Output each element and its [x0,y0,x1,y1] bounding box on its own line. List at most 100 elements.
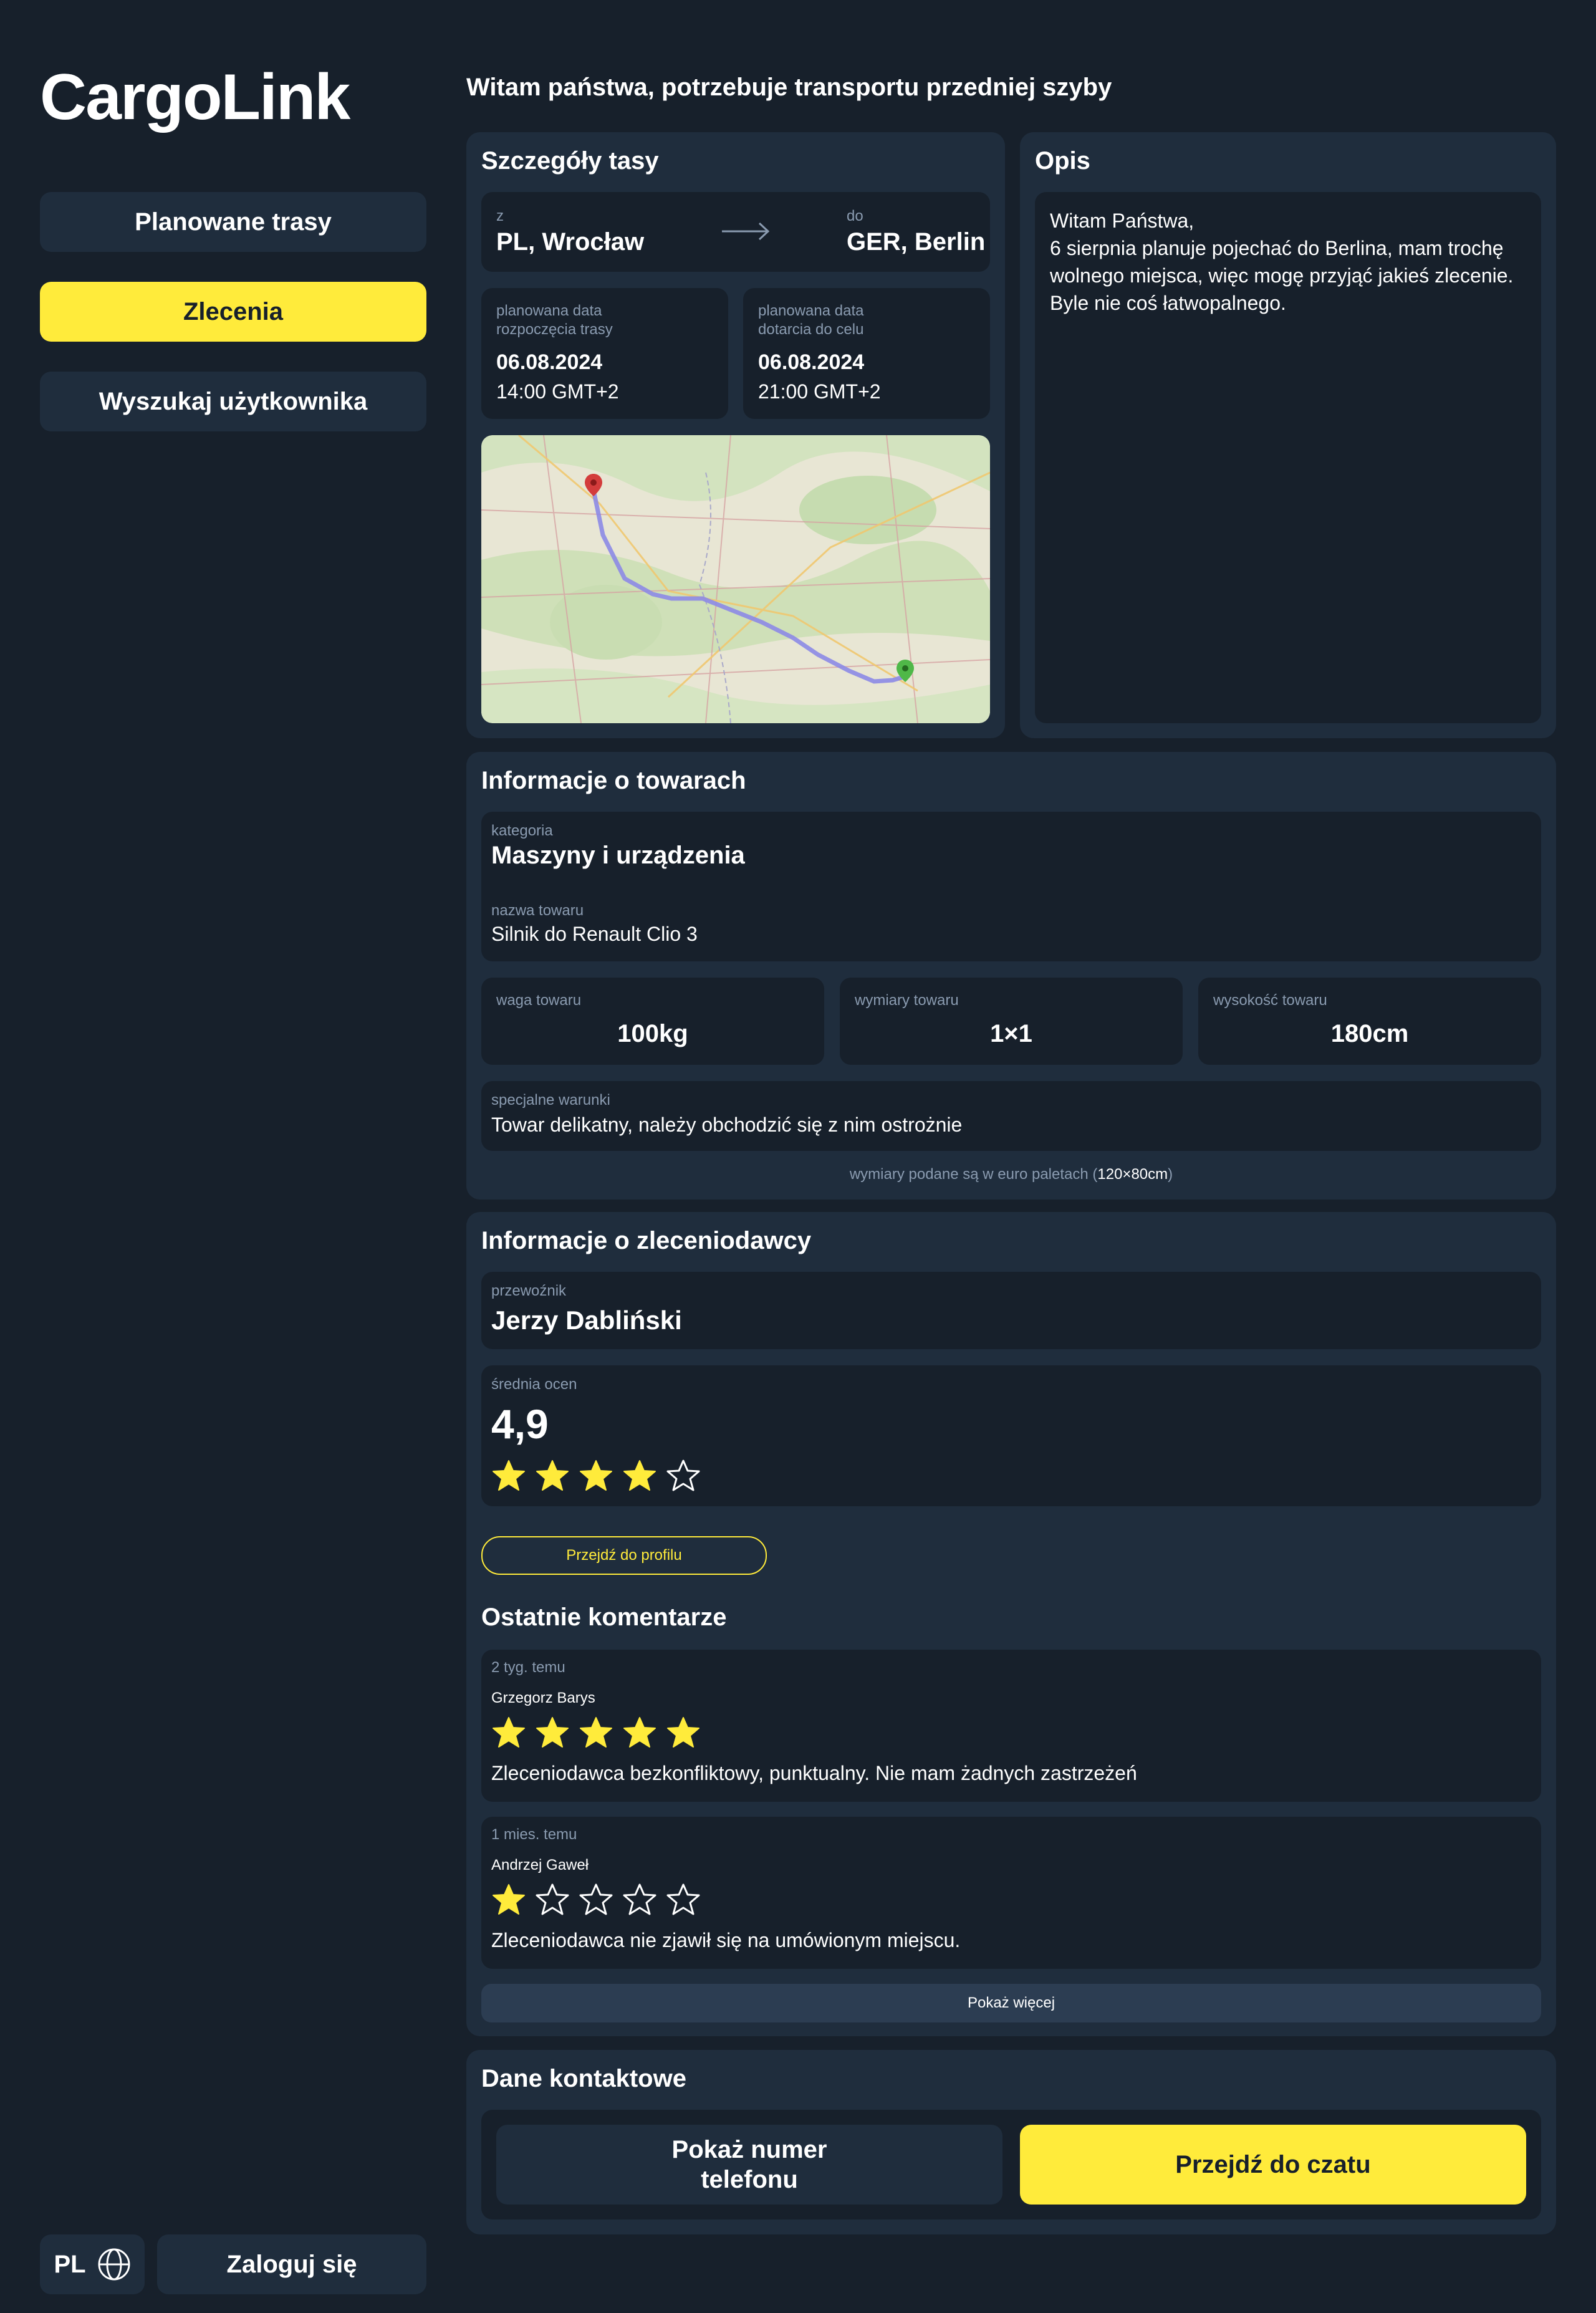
sidebar-item-planned-routes[interactable]: Planowane trasy [40,192,426,252]
star-empty-icon [666,1883,700,1915]
category-label: kategoria [491,822,553,839]
sidebar-item-label: Wyszukaj użytkownika [99,387,368,415]
weight-value: 100kg [617,1020,688,1047]
description-text: Witam Państwa, 6 sierpnia planuje pojech… [1050,209,1514,314]
star-filled-icon [623,1717,656,1748]
rating-stars [491,1459,701,1494]
comment-stars [491,1883,701,1918]
dimensions-note-value: 120×80cm [1097,1166,1168,1183]
start-date-label: planowana data rozpoczęcia trasy [496,302,613,338]
dimensions-card: wymiary towaru 1×1 [840,978,1183,1065]
sidebar: CargoLink Planowane trasy Zlecenia Wyszu… [40,0,426,2313]
panel-title: Szczegóły tasy [481,147,659,175]
star-empty-icon [623,1883,656,1915]
category-value: Maszyny i urządzenia [491,842,745,869]
from-location: PL, Wrocław [496,228,645,256]
carrier-name: Jerzy Dabliński [491,1306,682,1335]
star-filled-icon [493,1884,525,1915]
sidebar-item-label: Planowane trasy [135,208,332,236]
rating-label: średnia ocen [491,1376,577,1393]
end-date-card: planowana data dotarcia do celu 06.08.20… [743,288,990,419]
star-filled-icon [536,1717,569,1748]
star-filled-icon [667,1717,699,1748]
client-panel: Informacje o zleceniodawcy przewoźnik Je… [466,1212,1556,2036]
sidebar-item-orders[interactable]: Zlecenia [40,282,426,342]
star-filled-icon [580,1460,612,1491]
star-filled-icon [493,1460,525,1491]
panel-title: Informacje o zleceniodawcy [481,1227,812,1254]
app-logo[interactable]: CargoLink [40,60,350,135]
description-box: Witam Państwa, 6 sierpnia planuje pojech… [1035,192,1541,723]
page-title: Witam państwa, potrzebuje transportu prz… [466,74,1112,101]
comment-author: Andrzej Gaweł [491,1857,589,1873]
star-filled-icon [623,1460,656,1491]
height-label: wysokość towaru [1213,992,1327,1009]
start-time: 14:00 GMT+2 [496,380,619,403]
height-value: 180cm [1330,1020,1409,1047]
route-map[interactable] [481,435,990,723]
comment-card: 1 mies. temu Andrzej Gaweł Zleceniodawca… [481,1817,1541,1969]
carrier-card: przewoźnik Jerzy Dabliński [481,1272,1541,1349]
carrier-label: przewoźnik [491,1282,567,1299]
recent-comments-title: Ostatnie komentarze [481,1604,727,1631]
rating-card: średnia ocen 4,9 [481,1365,1541,1506]
description-panel: Opis Witam Państwa, 6 sierpnia planuje p… [1020,132,1556,738]
contact-actions: Pokaż numer telefonu Przejdź do czatu [481,2110,1541,2219]
contact-panel: Dane kontaktowe Pokaż numer telefonu Prz… [466,2050,1556,2234]
special-conditions-value: Towar delikatny, należy obchodzić się z … [491,1113,963,1136]
goods-name-label: nazwa towaru [491,902,584,919]
arrow-right-icon [722,222,770,241]
globe-icon [98,2248,130,2281]
end-date: 06.08.2024 [758,350,865,374]
star-empty-icon [579,1883,613,1915]
route-details-panel: Szczegóły tasy z PL, Wrocław do GER, Ber… [466,132,1005,738]
dimensions-label: wymiary towaru [855,992,959,1009]
dimensions-note-suffix: ) [1168,1166,1173,1183]
goods-name: Silnik do Renault Clio 3 [491,923,698,945]
dimensions-note: wymiary podane są w euro paletach (120×8… [466,1166,1556,1183]
height-card: wysokość towaru 180cm [1198,978,1541,1065]
special-conditions-label: specjalne warunki [491,1092,610,1108]
comment-author: Grzegorz Barys [491,1690,595,1706]
comment-time: 2 tyg. temu [491,1659,565,1676]
panel-title: Dane kontaktowe [481,2065,686,2092]
panel-title: Informacje o towarach [481,767,746,794]
go-to-chat-button[interactable]: Przejdź do czatu [1020,2125,1526,2205]
from-label: z [496,208,504,224]
sidebar-item-label: Zlecenia [183,297,284,325]
weight-label: waga towaru [496,992,582,1009]
star-filled-icon [580,1717,612,1748]
star-filled-icon [493,1717,525,1748]
show-more-button[interactable]: Pokaż więcej [481,1984,1541,2022]
rating-value: 4,9 [491,1401,549,1447]
panel-title: Opis [1035,147,1090,175]
language-label: PL [54,2250,86,2278]
comment-time: 1 mies. temu [491,1826,577,1843]
to-label: do [847,208,863,224]
comment-text: Zleceniodawca nie zjawił się na umówiony… [491,1929,961,1951]
go-to-profile-button[interactable]: Przejdź do profilu [481,1536,767,1575]
comment-text: Zleceniodawca bezkonfliktowy, punktualny… [491,1762,1137,1784]
comment-card: 2 tyg. temu Grzegorz Barys Zleceniodawca… [481,1650,1541,1802]
login-button[interactable]: Zaloguj się [157,2234,426,2294]
goods-panel: Informacje o towarach kategoria Maszyny … [466,752,1556,1200]
route-endpoints: z PL, Wrocław do GER, Berlin [481,192,990,272]
star-empty-icon [536,1883,569,1915]
to-location: GER, Berlin [847,228,986,256]
dimensions-note-prefix: wymiary podane są w euro paletach ( [849,1166,1098,1183]
start-date: 06.08.2024 [496,350,603,374]
star-filled-icon [536,1460,569,1491]
end-date-label: planowana data dotarcia do celu [758,302,864,338]
goods-category-card: kategoria Maszyny i urządzenia nazwa tow… [481,812,1541,961]
dimensions-value: 1×1 [990,1020,1032,1047]
login-label: Zaloguj się [226,2250,357,2278]
show-phone-button[interactable]: Pokaż numer telefonu [496,2125,1002,2205]
start-date-card: planowana data rozpoczęcia trasy 06.08.2… [481,288,728,419]
weight-card: waga towaru 100kg [481,978,824,1065]
star-empty-icon [666,1459,700,1491]
comment-stars [491,1716,701,1751]
language-switch[interactable]: PL [40,2234,145,2294]
sidebar-item-search-user[interactable]: Wyszukaj użytkownika [40,372,426,431]
end-time: 21:00 GMT+2 [758,380,881,403]
special-conditions-card: specjalne warunki Towar delikatny, należ… [481,1081,1541,1151]
